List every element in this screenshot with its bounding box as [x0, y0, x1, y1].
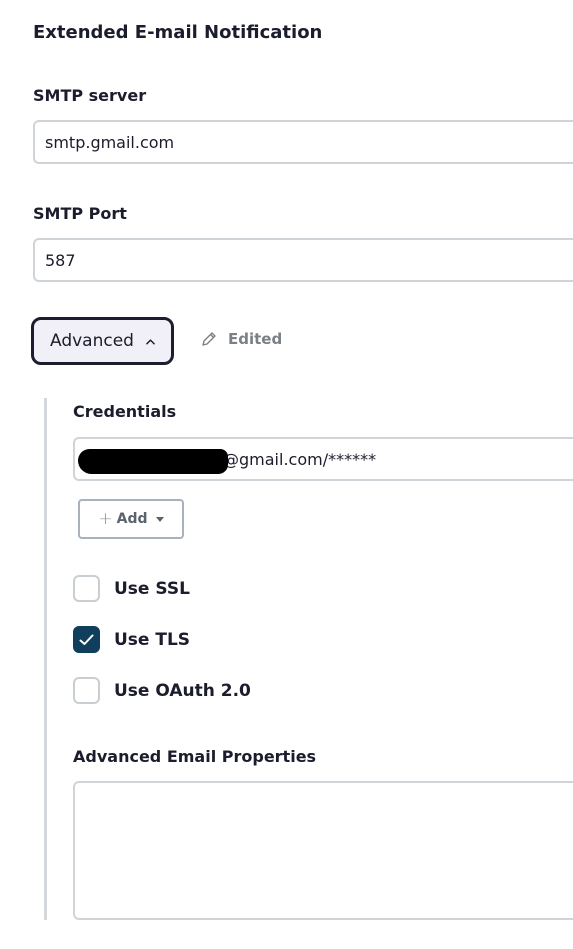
edited-indicator: Edited [200, 330, 282, 348]
smtp-port-label: SMTP Port [33, 204, 127, 223]
smtp-server-label: SMTP server [33, 86, 147, 105]
use-ssl-row: Use SSL [73, 575, 190, 602]
use-tls-label: Use TLS [114, 629, 191, 650]
use-oauth-row: Use OAuth 2.0 [73, 677, 251, 704]
add-button-label: Add [116, 511, 148, 527]
caret-down-icon [155, 516, 164, 522]
advanced-button-label: Advanced [50, 331, 134, 351]
advanced-panel-border [44, 398, 47, 920]
use-tls-row: Use TLS [73, 626, 190, 653]
chevron-up-icon [146, 338, 155, 344]
smtp-port-input[interactable] [33, 238, 573, 282]
redaction-mark [78, 449, 228, 474]
section-title: Extended E-mail Notification [33, 22, 323, 43]
advanced-toggle-button[interactable]: Advanced [31, 317, 174, 365]
extended-email-notification-section: Extended E-mail Notification SMTP server… [0, 0, 573, 949]
credentials-value: @gmail.com/****** [223, 449, 377, 469]
use-oauth-label: Use OAuth 2.0 [114, 680, 251, 701]
use-tls-checkbox[interactable] [73, 626, 100, 653]
use-ssl-checkbox[interactable] [73, 575, 100, 602]
advanced-email-properties-textarea[interactable] [73, 781, 573, 920]
use-oauth-checkbox[interactable] [73, 677, 100, 704]
edited-label: Edited [228, 330, 283, 348]
add-credentials-button[interactable]: + Add [78, 499, 184, 539]
pencil-icon [202, 332, 216, 346]
smtp-server-input[interactable] [33, 120, 573, 164]
checkmark-icon [79, 634, 94, 645]
credentials-label: Credentials [73, 402, 177, 421]
plus-icon: + [98, 509, 113, 529]
use-ssl-label: Use SSL [114, 578, 190, 599]
advanced-email-properties-label: Advanced Email Properties [73, 747, 317, 766]
